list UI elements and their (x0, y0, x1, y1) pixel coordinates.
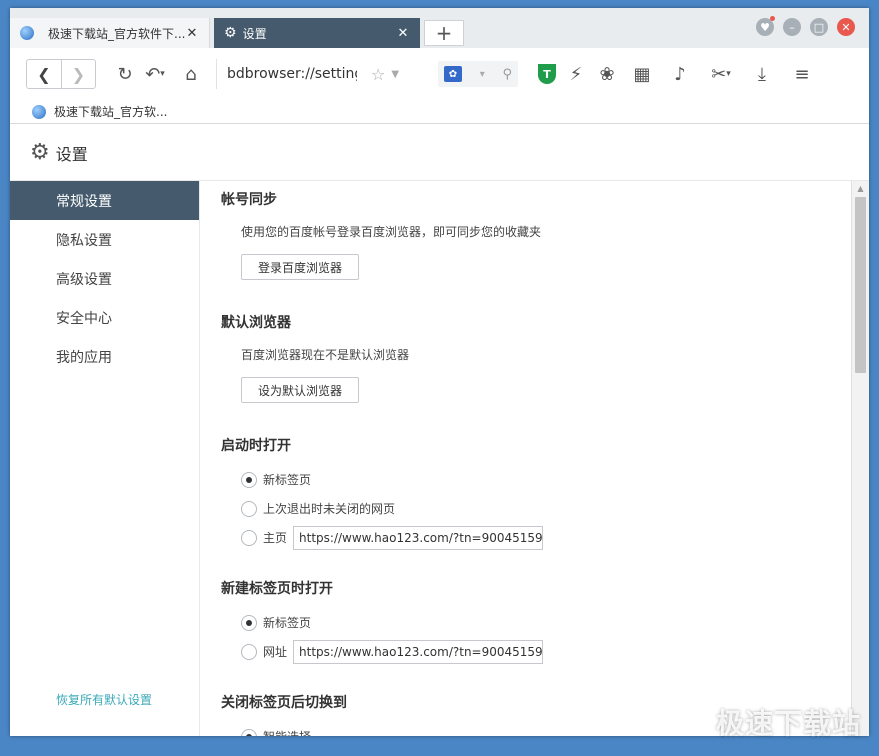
scissors-icon[interactable]: ✂ ▾ (704, 59, 738, 89)
address-text[interactable]: bdbrowser://settings (227, 66, 357, 82)
new-tab-button[interactable]: + (424, 20, 464, 46)
nav-group: ❮ ❯ (26, 59, 96, 89)
download-icon[interactable]: ⤓ (748, 59, 776, 89)
settings-content: 帐号同步 使用您的百度帐号登录百度浏览器，即可同步您的收藏夹 登录百度浏览器 默… (201, 181, 851, 736)
account-sync-title: 帐号同步 (221, 192, 277, 208)
paw-icon[interactable]: ✿ (444, 66, 462, 82)
option-label: 智能选择 (263, 728, 311, 736)
scroll-up-icon[interactable]: ▲ (852, 181, 869, 195)
back-button[interactable]: ❮ (27, 60, 61, 88)
account-sync-desc: 使用您的百度帐号登录百度浏览器，即可同步您的收藏夹 (241, 225, 542, 239)
startup-option-newtab[interactable]: 新标签页 (241, 465, 851, 494)
close-window-button[interactable]: ✕ (837, 18, 855, 36)
tab-download-site[interactable]: 极速下载站_官方软件下... ✕ (10, 18, 210, 48)
radio-selected[interactable] (241, 471, 257, 488)
radio[interactable] (241, 643, 257, 660)
startup-option-restore[interactable]: 上次退出时未关闭的网页 (241, 494, 851, 523)
page-title: 设置 (55, 144, 88, 164)
newtab-url-input[interactable]: https://www.hao123.com/?tn=90045159_hao_… (293, 639, 544, 664)
option-label: 上次退出时未关闭的网页 (263, 502, 396, 516)
restore-defaults-link[interactable]: 恢复所有默认设置 (56, 691, 152, 708)
default-browser-title: 默认浏览器 (221, 315, 291, 331)
tab-title: 设置 (242, 26, 267, 41)
option-label: 网址 (263, 645, 288, 659)
home-icon[interactable]: ⌂ (176, 59, 206, 89)
homepage-url-input[interactable]: https://www.hao123.com/?tn=90045159_hao_… (293, 525, 544, 550)
scrollbar[interactable]: ▲ (851, 181, 869, 736)
window-controls: ♥ – □ ✕ (756, 16, 855, 36)
apps-icon[interactable]: ▦ (628, 59, 656, 89)
option-label: 新标签页 (263, 616, 312, 630)
option-label: 新标签页 (263, 473, 312, 487)
toolbar: ❮ ❯ ↻ ↶ ▾ ⌂ bdbrowser://settings ☆ ▼ ✿ ▾ … (10, 48, 869, 100)
search-box[interactable]: ✿ ▾ ⚲ (438, 61, 518, 87)
bookmark-item[interactable]: 极速下载站_官方软... (54, 103, 167, 120)
chevron-down-icon[interactable]: ▼ (391, 69, 399, 80)
bookmarks-bar: 极速下载站_官方软... (10, 100, 869, 124)
sidebar-item-advanced[interactable]: 高级设置 (10, 259, 199, 298)
sidebar-item-privacy[interactable]: 隐私设置 (10, 220, 199, 259)
minimize-button[interactable]: – (783, 18, 801, 36)
lightning-icon[interactable]: ⚡ (566, 59, 586, 89)
chevron-down-icon[interactable]: ▾ (480, 69, 485, 80)
speaker-icon[interactable]: ♪ (666, 59, 694, 89)
radio-selected[interactable] (241, 614, 257, 631)
shield-icon[interactable]: T (538, 64, 556, 84)
sidebar-item-general[interactable]: 常规设置 (10, 181, 199, 220)
sidebar-item-my-apps[interactable]: 我的应用 (10, 337, 199, 376)
default-browser-desc: 百度浏览器现在不是默认浏览器 (241, 348, 410, 362)
star-icon[interactable]: ☆ (371, 65, 385, 84)
login-button[interactable]: 登录百度浏览器 (241, 254, 359, 280)
radio[interactable] (241, 529, 257, 546)
gear-icon: ⚙ (30, 140, 50, 165)
set-default-button[interactable]: 设为默认浏览器 (241, 377, 359, 403)
rabbit-icon[interactable]: ❀ (596, 59, 618, 89)
globe-icon (20, 26, 34, 40)
page-header: ⚙ 设置 (10, 125, 869, 181)
maximize-button[interactable]: □ (810, 18, 828, 36)
skin-icon[interactable]: ♥ (756, 16, 775, 36)
startup-option-homepage[interactable]: 主页 https://www.hao123.com/?tn=90045159_h… (241, 523, 851, 552)
undo-icon[interactable]: ↶ ▾ (140, 59, 170, 89)
watermark: 极速下载站 (715, 707, 861, 740)
browser-window: 极速下载站_官方软件下... ✕ ⚙ 设置 ✕ + ♥ – □ ✕ ❮ ❯ ↻ … (10, 8, 869, 736)
tab-title: 极速下载站_官方软件下... (48, 26, 185, 41)
newtab-option-newtab[interactable]: 新标签页 (241, 608, 851, 637)
refresh-icon[interactable]: ↻ (110, 59, 140, 89)
close-icon[interactable]: ✕ (396, 26, 410, 41)
newtab-option-url[interactable]: 网址 https://www.hao123.com/?tn=90045159_h… (241, 637, 851, 666)
gear-icon: ⚙ (224, 25, 237, 41)
option-label: 主页 (263, 531, 288, 545)
tab-strip: 极速下载站_官方软件下... ✕ ⚙ 设置 ✕ + ♥ – □ ✕ (10, 8, 869, 48)
close-icon[interactable]: ✕ (185, 26, 199, 41)
menu-icon[interactable]: ≡ (786, 59, 818, 89)
toolbar-right-icons: T ⚡ ❀ ▦ ♪ ✂ ▾ ⤓ ≡ (538, 59, 818, 89)
settings-sidebar: 常规设置 隐私设置 高级设置 安全中心 我的应用 恢复所有默认设置 (10, 181, 200, 736)
sidebar-item-security[interactable]: 安全中心 (10, 298, 199, 337)
radio-selected[interactable] (241, 728, 257, 736)
newtab-title: 新建标签页时打开 (221, 581, 333, 597)
forward-button[interactable]: ❯ (61, 60, 95, 88)
address-bar[interactable]: bdbrowser://settings ☆ ▼ (216, 59, 416, 89)
search-icon[interactable]: ⚲ (502, 67, 512, 82)
startup-title: 启动时打开 (221, 438, 291, 454)
tab-settings[interactable]: ⚙ 设置 ✕ (214, 18, 420, 48)
radio[interactable] (241, 500, 257, 517)
scrollbar-thumb[interactable] (855, 197, 866, 373)
globe-icon (32, 104, 46, 119)
